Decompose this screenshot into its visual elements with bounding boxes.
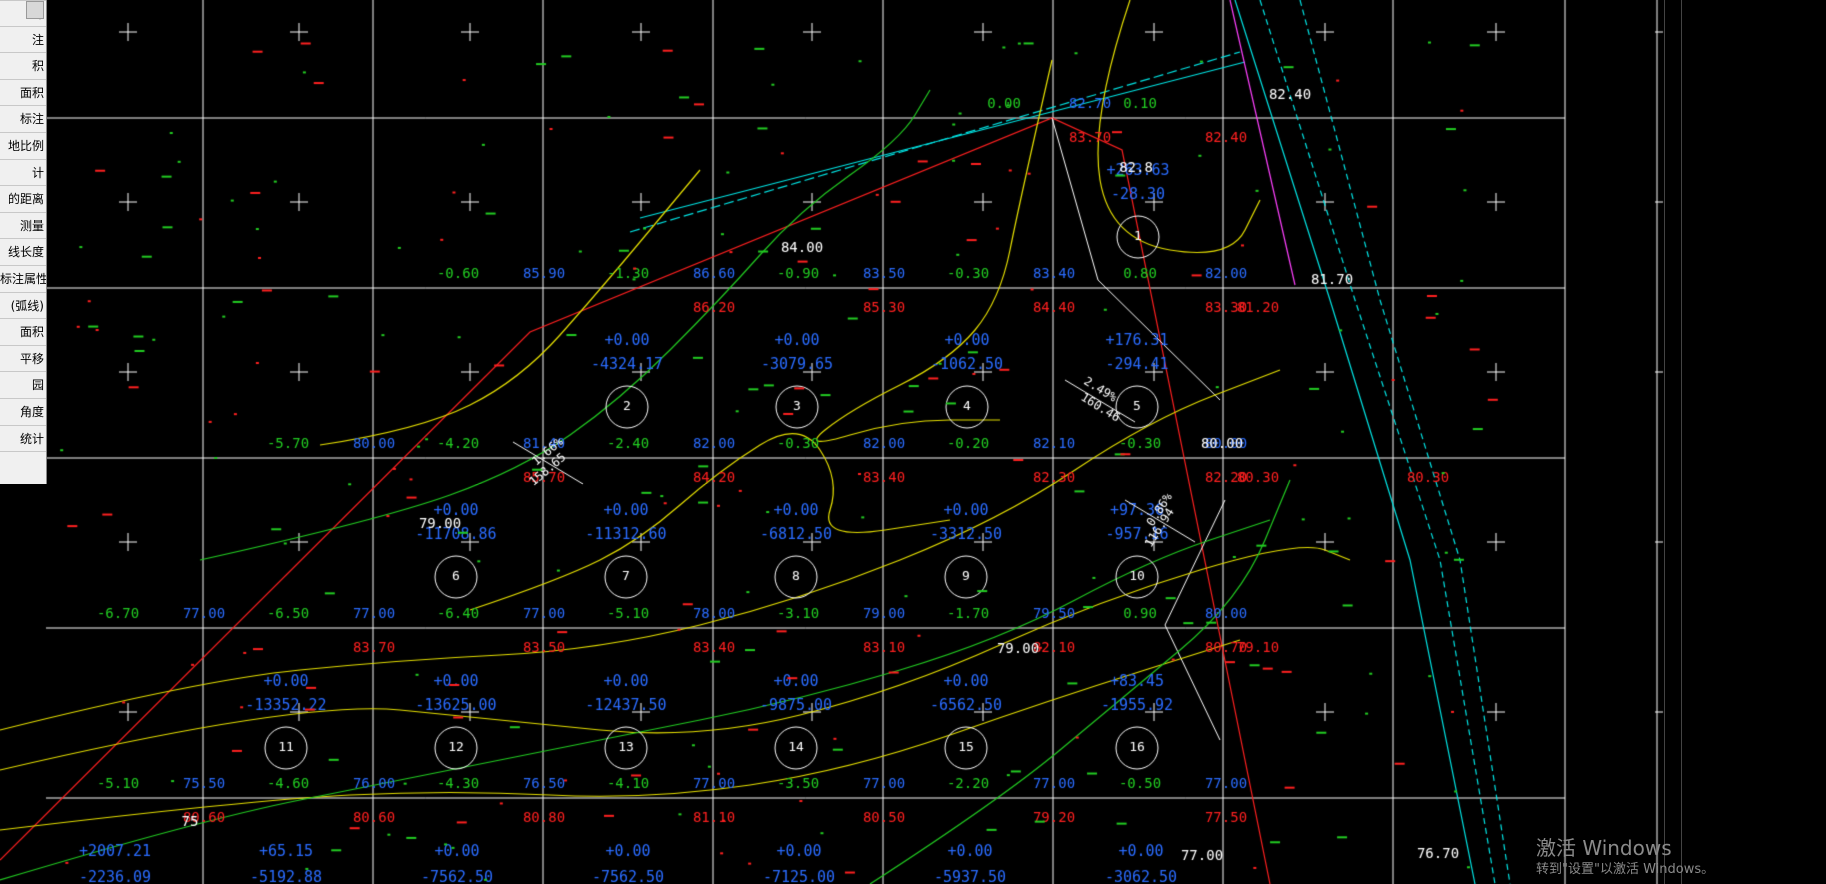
tool-item[interactable]: 面积 <box>0 319 46 346</box>
tool-item[interactable]: 角度 <box>0 399 46 426</box>
tool-list: 计注积面积标注地比例计的距离测量线长度标注属性(弧线)面积平移园角度统计 <box>0 0 46 453</box>
tool-item[interactable]: 面积 <box>0 80 46 107</box>
windows-activation-watermark: 激活 Windows 转到"设置"以激活 Windows。 <box>1536 836 1714 878</box>
tool-item[interactable]: 地比例 <box>0 133 46 160</box>
vertical-scrollbar[interactable] <box>1664 0 1682 884</box>
tool-item[interactable]: 线长度 <box>0 239 46 266</box>
tool-item[interactable]: 园 <box>0 372 46 399</box>
close-icon[interactable] <box>26 1 44 19</box>
tool-palette: 计注积面积标注地比例计的距离测量线长度标注属性(弧线)面积平移园角度统计 <box>0 0 47 484</box>
watermark-title: 激活 Windows <box>1536 836 1672 860</box>
tool-item[interactable]: (弧线) <box>0 293 46 320</box>
tool-item[interactable]: 标注属性 <box>0 266 46 293</box>
tool-item[interactable]: 的距离 <box>0 186 46 213</box>
tool-item[interactable]: 积 <box>0 53 46 80</box>
cad-drawing-canvas[interactable] <box>0 0 1826 884</box>
tool-item[interactable]: 统计 <box>0 426 46 453</box>
tool-item[interactable]: 计 <box>0 160 46 187</box>
tool-item[interactable]: 标注 <box>0 106 46 133</box>
watermark-subtitle: 转到"设置"以激活 Windows。 <box>1536 862 1715 877</box>
tool-item[interactable]: 平移 <box>0 346 46 373</box>
tool-item[interactable]: 测量 <box>0 213 46 240</box>
tool-item[interactable]: 注 <box>0 27 46 54</box>
